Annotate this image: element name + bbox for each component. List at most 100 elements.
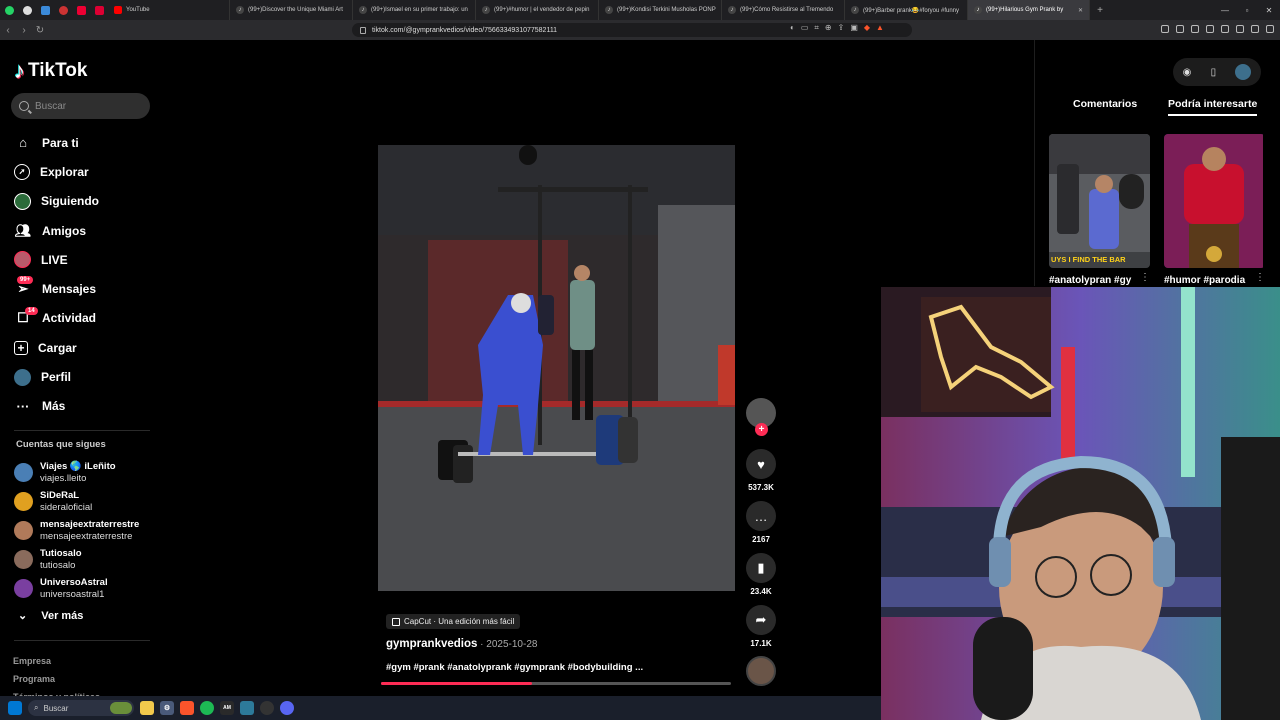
translate-icon[interactable]: ⌗ — [814, 23, 819, 33]
avatar[interactable] — [1235, 64, 1252, 80]
author-name[interactable]: gymprankvedios — [386, 638, 477, 650]
browser-tab[interactable]: ♪ (99+)Discover the Unique Miami Art — [230, 0, 353, 20]
download-icon[interactable] — [1236, 25, 1244, 33]
browser-tab[interactable]: ♪ (99+)Barber prank😂#foryou #funny — [845, 0, 968, 20]
windows-start-icon[interactable] — [8, 701, 22, 715]
spotify-icon[interactable] — [200, 701, 214, 715]
close-tab-icon[interactable]: ✕ — [1078, 7, 1083, 14]
wallet-icon[interactable] — [1251, 25, 1259, 33]
tab-comentarios[interactable]: Comentarios — [1073, 98, 1137, 110]
menu-icon[interactable] — [1266, 25, 1274, 33]
search-bar[interactable] — [11, 93, 150, 119]
app-icon[interactable]: AM — [220, 701, 234, 715]
suggested-video-title[interactable]: #humor #parodia — [1164, 275, 1245, 286]
media-icon[interactable] — [1191, 25, 1199, 33]
browser-tab-active[interactable]: ♪ (99+)Hilarious Gym Prank by ✕ — [968, 0, 1090, 20]
video-author[interactable]: gymprankvedios · 2025-10-28 — [386, 638, 537, 650]
brave-shield-icon[interactable]: ◆ — [864, 23, 870, 33]
author-avatar-button[interactable]: + — [745, 398, 777, 436]
extension-icon[interactable] — [1221, 25, 1229, 33]
nav-item-siguiendo[interactable]: Siguiendo — [14, 187, 99, 216]
search-input[interactable] — [35, 100, 135, 112]
maximize-button[interactable]: ▫ — [1236, 6, 1258, 15]
device-icon[interactable]: ▯ — [1211, 67, 1217, 78]
settings-icon[interactable]: ⚙ — [160, 701, 174, 715]
browser-tab[interactable]: ♪ (99+)Cómo Resistirse al Tremendo — [722, 0, 845, 20]
sidebar-icon[interactable] — [1206, 25, 1214, 33]
nav-item-mensajes[interactable]: ➢ 99+ Mensajes — [14, 274, 99, 303]
pinned-tab[interactable] — [54, 0, 72, 20]
sound-avatar-button[interactable] — [745, 656, 777, 686]
tab-podria-interesarte[interactable]: Podría interesarte — [1168, 98, 1258, 116]
pinned-tab[interactable] — [72, 0, 90, 20]
nav-item-amigos[interactable]: 👥︎ Amigos — [14, 216, 99, 245]
close-window-button[interactable]: ✕ — [1258, 6, 1280, 15]
following-account[interactable]: mensajeextraterrestre mensajeextraterrest… — [14, 516, 139, 545]
footer-link[interactable]: Empresa — [13, 652, 100, 670]
extension-icon[interactable] — [1176, 25, 1184, 33]
share-icon: ➦ — [746, 605, 776, 635]
discord-icon[interactable] — [280, 701, 294, 715]
nav-item-live[interactable]: LIVE — [14, 245, 99, 274]
suggested-video-title[interactable]: #anatolypran #gy — [1049, 275, 1131, 286]
following-account[interactable]: SiDeRaL sideraloficial — [14, 487, 139, 516]
new-tab-button[interactable]: + — [1090, 5, 1110, 16]
compass-icon[interactable]: ◉ — [1183, 67, 1192, 78]
forward-icon[interactable]: › — [16, 25, 32, 36]
like-button[interactable]: ♥ 537.3K — [745, 449, 777, 492]
save-button[interactable]: ▮ 23.4K — [745, 553, 777, 596]
pinned-tab[interactable] — [18, 0, 36, 20]
extension-icon[interactable] — [1161, 25, 1169, 33]
more-options-icon[interactable]: ⋮ — [1255, 272, 1265, 283]
capcut-banner[interactable]: CapCut · Una edición más fácil — [386, 614, 521, 629]
following-account[interactable]: Viajes 🌎 iLeñito viajes.lleito — [14, 458, 139, 487]
pip-icon[interactable]: ▣ — [850, 23, 858, 33]
see-more-button[interactable]: ⌄ Ver más — [18, 609, 83, 623]
minimize-button[interactable]: — — [1214, 6, 1236, 15]
suggested-video-thumbnail[interactable] — [1164, 134, 1265, 268]
site-info-icon[interactable] — [360, 26, 366, 34]
browser-tab[interactable]: ♪ (99+)#humor | el vendedor de pepin — [476, 0, 599, 20]
nav-item-explorar[interactable]: ➚ Explorar — [14, 157, 99, 186]
nav-item-mas[interactable]: ··· Más — [14, 392, 99, 421]
nav-item-para-ti[interactable]: ⌂ Para ti — [14, 128, 99, 157]
tiktok-logo[interactable]: ♪ TikTok — [14, 58, 87, 84]
search-highlight-icon — [110, 702, 132, 714]
comment-button[interactable]: … 2167 — [745, 501, 777, 544]
reload-icon[interactable]: ↻ — [32, 25, 48, 36]
brave-icon[interactable] — [180, 701, 194, 715]
pinned-tab[interactable] — [36, 0, 54, 20]
zoom-icon[interactable]: ⊕ — [825, 23, 832, 33]
nav-item-cargar[interactable]: + Cargar — [14, 333, 99, 362]
pinned-tab[interactable] — [90, 0, 108, 20]
share-button[interactable]: ➦ 17.1K — [745, 605, 777, 648]
browser-tab[interactable]: ♪ (99+)Kondisi Terkini Musholas PONP — [599, 0, 722, 20]
back-icon[interactable]: ‹ — [0, 25, 16, 36]
mute-site-icon[interactable]: ◐ — [790, 23, 795, 33]
more-options-icon[interactable]: ⋮ — [1140, 272, 1150, 283]
footer-link[interactable]: Programa — [13, 670, 100, 688]
cast-icon[interactable]: ▭ — [801, 23, 809, 33]
rewards-icon[interactable]: ▲ — [876, 23, 884, 33]
browser-tab[interactable]: YouTube — [108, 0, 230, 20]
nav-item-actividad[interactable]: ☐ 14 Actividad — [14, 304, 99, 333]
following-account[interactable]: Tutiosalo tutiosalo — [14, 545, 139, 574]
app-icon[interactable] — [240, 701, 254, 715]
taskbar-search[interactable]: ⌕ Buscar — [28, 700, 134, 716]
browser-tab[interactable]: ♪ (99+)Ismael en su primer trabajo: un — [353, 0, 476, 20]
file-explorer-icon[interactable] — [140, 701, 154, 715]
share-icon[interactable]: ⇪ — [838, 23, 845, 33]
suggested-video-thumbnail[interactable]: UYS I FIND THE BAR — [1049, 134, 1150, 268]
video-player[interactable] — [378, 145, 735, 591]
video-progress-bar[interactable] — [381, 682, 731, 685]
follow-plus-icon[interactable]: + — [755, 423, 768, 436]
following-section-title: Cuentas que sigues — [16, 439, 106, 450]
whatsapp-icon — [4, 5, 14, 15]
nav-item-perfil[interactable]: Perfil — [14, 362, 99, 391]
pinned-tab[interactable] — [0, 0, 18, 20]
avatar — [14, 579, 33, 598]
thumbnail-image — [1164, 134, 1263, 268]
following-account[interactable]: UniversoAstral universoastral1 — [14, 574, 139, 603]
video-hashtags[interactable]: #gym #prank #anatolyprank #gymprank #bod… — [386, 662, 643, 673]
obs-icon[interactable] — [260, 701, 274, 715]
